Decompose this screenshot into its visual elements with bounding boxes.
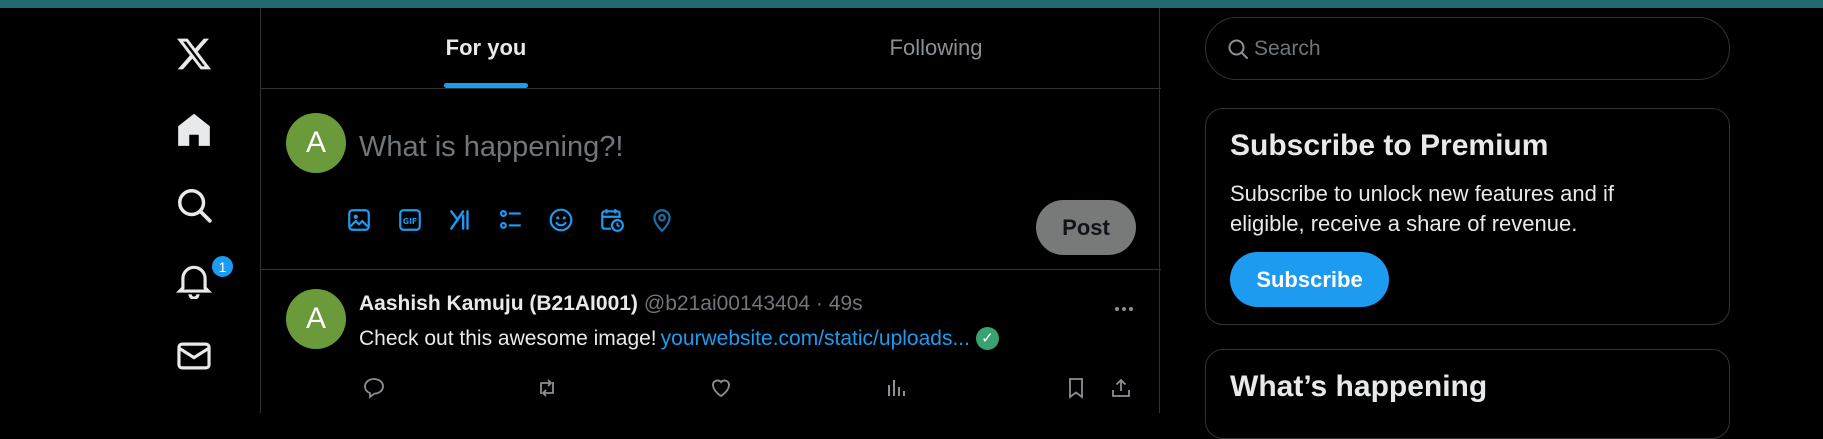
bookmark-icon[interactable] — [1061, 373, 1091, 403]
location-icon[interactable] — [647, 205, 677, 235]
premium-title: Subscribe to Premium — [1230, 129, 1549, 162]
whats-happening-card: What’s happening — [1205, 349, 1730, 439]
notifications-bell-icon[interactable]: 1 — [168, 254, 235, 306]
tweet-text-content: Check out this awesome image! — [359, 327, 657, 350]
like-icon[interactable] — [706, 373, 736, 403]
share-icon[interactable] — [1106, 373, 1136, 403]
media-icon[interactable] — [344, 205, 374, 235]
search-box[interactable] — [1205, 17, 1730, 80]
bell-glyph — [175, 265, 213, 299]
left-nav: 1 — [150, 8, 240, 413]
x-logo-icon[interactable] — [168, 28, 220, 80]
grok-icon[interactable] — [446, 205, 476, 235]
notification-count-badge: 1 — [210, 254, 235, 279]
explore-search-icon[interactable] — [168, 179, 220, 231]
tab-following-label: Following — [889, 35, 983, 60]
compose-box: A GIF Post — [261, 89, 1161, 270]
tweet-header: Aashish Kamuju (B21AI001) @b21ai00143404 … — [359, 292, 863, 316]
schedule-icon[interactable] — [597, 205, 627, 235]
whats-happening-title: What’s happening — [1230, 370, 1488, 403]
messages-mail-icon[interactable] — [168, 330, 220, 382]
compose-input[interactable] — [359, 127, 1059, 167]
subscribe-button[interactable]: Subscribe — [1230, 252, 1389, 307]
more-options-icon[interactable] — [1109, 294, 1139, 324]
tweet[interactable]: A Aashish Kamuju (B21AI001) @b21ai0014340… — [261, 270, 1161, 413]
tweet-text: Check out this awesome image! yourwebsite… — [359, 327, 999, 351]
avatar[interactable]: A — [286, 113, 346, 173]
timeline-column: For you Following A GIF — [260, 8, 1161, 413]
emoji-icon[interactable] — [546, 205, 576, 235]
tab-following[interactable]: Following — [711, 8, 1161, 88]
premium-card: Subscribe to Premium Subscribe to unlock… — [1205, 108, 1730, 325]
tweet-handle-time[interactable]: @b21ai00143404 · 49s — [644, 292, 863, 315]
timeline-tabs: For you Following — [261, 8, 1161, 89]
search-input[interactable] — [1254, 32, 1704, 66]
svg-text:GIF: GIF — [403, 217, 417, 226]
poll-icon[interactable] — [496, 205, 526, 235]
search-glyph — [178, 189, 212, 223]
active-tab-indicator — [444, 83, 528, 88]
retweet-icon[interactable] — [532, 373, 562, 403]
home-glyph — [178, 113, 210, 146]
tweet-link[interactable]: yourwebsite.com/static/uploads... — [661, 327, 970, 350]
x-logo-glyph — [177, 38, 212, 70]
mail-glyph — [177, 342, 211, 370]
tweet-author-name[interactable]: Aashish Kamuju (B21AI001) — [359, 292, 638, 315]
reply-icon[interactable] — [359, 373, 389, 403]
avatar[interactable]: A — [286, 289, 346, 349]
search-icon — [1228, 39, 1248, 59]
verified-check-icon: ✓ — [975, 327, 999, 350]
window-top-bar — [0, 0, 1823, 8]
views-icon[interactable] — [881, 373, 911, 403]
gif-icon[interactable]: GIF — [395, 205, 425, 235]
tab-for-you-label: For you — [445, 35, 527, 60]
premium-description: Subscribe to unlock new features and if … — [1230, 181, 1615, 236]
home-icon[interactable] — [168, 104, 220, 156]
page: 1 For you Following A GIF — [0, 8, 1823, 439]
post-button[interactable]: Post — [1036, 200, 1136, 255]
tab-for-you[interactable]: For you — [261, 8, 711, 88]
